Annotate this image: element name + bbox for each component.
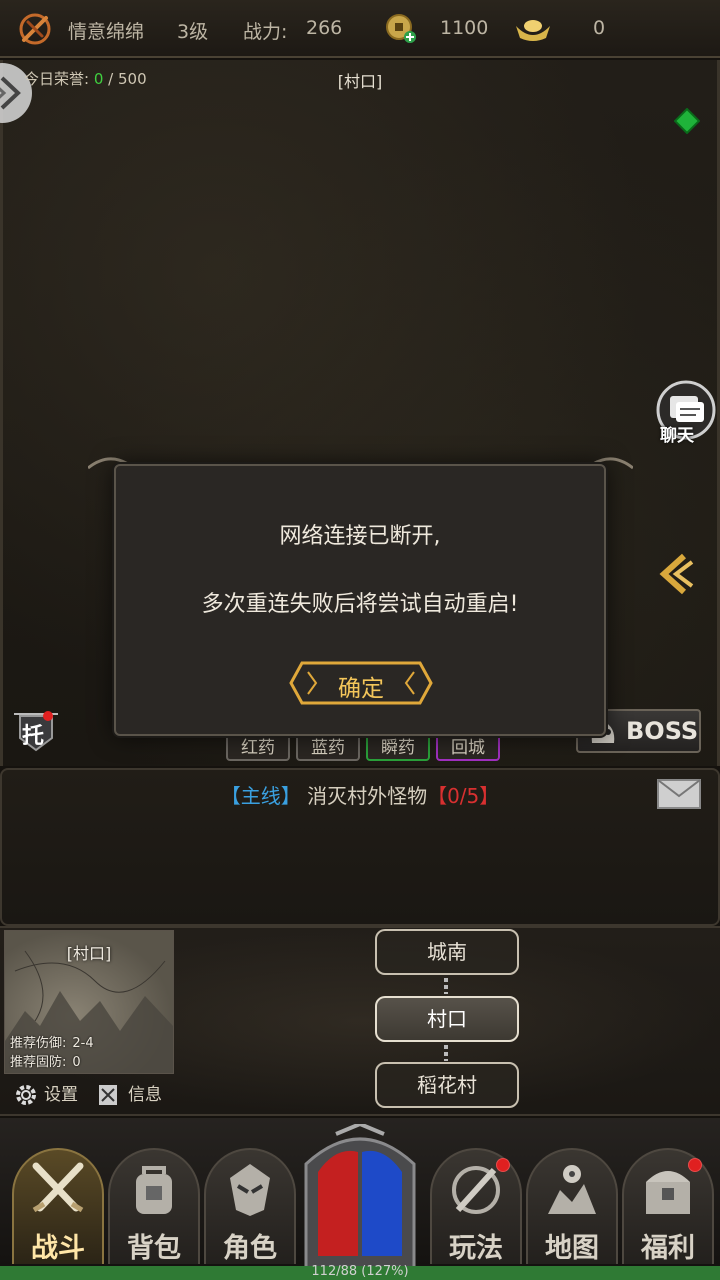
rec-defense-value: 0 bbox=[72, 1055, 81, 1070]
tab-map[interactable]: 地图 bbox=[526, 1148, 618, 1264]
backpack-icon bbox=[136, 1166, 172, 1214]
notification-badge bbox=[688, 1158, 702, 1172]
top-status-bar: 情意绵绵 3级 战力: 266 1100 0 bbox=[0, 0, 720, 58]
recommended-defense: 推荐固防: 0 bbox=[10, 1051, 81, 1070]
tab-welfare-label: 福利 bbox=[641, 1233, 695, 1264]
treasure-chest-icon bbox=[646, 1171, 690, 1214]
rec-attack-value: 2-4 bbox=[72, 1036, 94, 1051]
quest-progress: 【0/5】 bbox=[427, 784, 500, 808]
info-label: 信息 bbox=[128, 1085, 162, 1105]
tab-map-label: 地图 bbox=[545, 1233, 599, 1264]
rec-defense-label: 推荐固防: bbox=[10, 1055, 67, 1070]
dialog-message-1: 网络连接已断开, bbox=[279, 524, 441, 549]
notification-badge bbox=[496, 1158, 510, 1172]
gold-ingot-icon bbox=[516, 20, 550, 41]
mail-icon[interactable] bbox=[656, 778, 702, 810]
experience-text: 112/88 (127%) bbox=[311, 1264, 409, 1279]
tab-bag[interactable]: 背包 bbox=[108, 1148, 200, 1264]
coin-amount: 1100 bbox=[440, 17, 489, 39]
game-logo-icon bbox=[19, 13, 51, 45]
red-potion-button[interactable]: 红药 bbox=[226, 733, 290, 761]
collapse-arrow-icon[interactable] bbox=[656, 552, 696, 596]
crossed-swords-icon bbox=[32, 1162, 84, 1213]
info-button[interactable]: 信息 bbox=[96, 1078, 172, 1112]
settings-label: 设置 bbox=[44, 1085, 78, 1105]
tab-welfare[interactable]: 福利 bbox=[622, 1148, 714, 1264]
quest-tag-close: 】 bbox=[280, 784, 301, 808]
gear-icon bbox=[16, 1085, 36, 1105]
power-value: 266 bbox=[306, 17, 343, 39]
power-label: 战力: bbox=[243, 21, 288, 43]
minimap-title: [村口] bbox=[66, 944, 112, 963]
network-disconnect-dialog: 网络连接已断开, 多次重连失败后将尝试自动重启! 确定 bbox=[114, 464, 606, 736]
tab-gameplay-label: 玩法 bbox=[449, 1233, 503, 1264]
confirm-button[interactable]: 确定 bbox=[288, 660, 434, 706]
tab-character-label: 角色 bbox=[223, 1233, 277, 1264]
nav-node-village-gate[interactable]: 村口 bbox=[375, 996, 519, 1042]
ingot-amount: 0 bbox=[593, 17, 606, 39]
tab-gameplay[interactable]: 玩法 bbox=[430, 1148, 522, 1264]
quest-title: 消灭村外怪物 bbox=[307, 784, 428, 808]
boss-label: BOSS bbox=[626, 717, 699, 745]
copper-coin-add-icon[interactable] bbox=[384, 12, 416, 44]
instant-potion-button[interactable]: 瞬药 bbox=[366, 733, 430, 761]
chat-label[interactable]: 聊天 bbox=[660, 421, 694, 446]
settings-button[interactable]: 设置 bbox=[14, 1078, 88, 1112]
nav-node-rice-village[interactable]: 稻花村 bbox=[375, 1062, 519, 1108]
rec-attack-label: 推荐伤御: bbox=[10, 1036, 67, 1051]
recommended-attack: 推荐伤御: 2-4 bbox=[10, 1032, 94, 1051]
green-diamond-icon[interactable] bbox=[674, 108, 700, 134]
return-scroll-button[interactable]: 回城 bbox=[436, 733, 500, 761]
dialog-message-2: 多次重连失败后将尝试自动重启! bbox=[201, 592, 519, 617]
portal-gate-icon[interactable] bbox=[296, 1124, 424, 1268]
tab-battle-label: 战斗 bbox=[31, 1233, 85, 1264]
sword-slash-icon bbox=[452, 1166, 500, 1214]
player-name: 情意绵绵 bbox=[68, 21, 145, 43]
helmet-icon bbox=[230, 1164, 270, 1216]
banner-info-icon bbox=[99, 1085, 117, 1105]
tab-character[interactable]: 角色 bbox=[204, 1148, 296, 1264]
auto-battle-label: 托 bbox=[22, 724, 45, 749]
tab-battle[interactable]: 战斗 bbox=[12, 1148, 104, 1264]
location-title: [村口] bbox=[337, 72, 383, 91]
nav-connector bbox=[444, 1045, 448, 1061]
auto-battle-button[interactable]: 托 bbox=[10, 708, 62, 752]
nav-connector bbox=[444, 978, 448, 994]
map-pin-icon bbox=[548, 1165, 596, 1214]
confirm-label: 确定 bbox=[338, 676, 384, 702]
quest-tag: 主线 bbox=[240, 784, 281, 808]
nav-node-south-city[interactable]: 城南 bbox=[375, 929, 519, 975]
quest-tag-open: 【 bbox=[220, 784, 241, 808]
blue-potion-button[interactable]: 蓝药 bbox=[296, 733, 360, 761]
tab-bag-label: 背包 bbox=[127, 1233, 181, 1264]
player-level: 3级 bbox=[177, 21, 209, 43]
main-quest[interactable]: 【主线】 消灭村外怪物【0/5】 bbox=[0, 780, 720, 809]
